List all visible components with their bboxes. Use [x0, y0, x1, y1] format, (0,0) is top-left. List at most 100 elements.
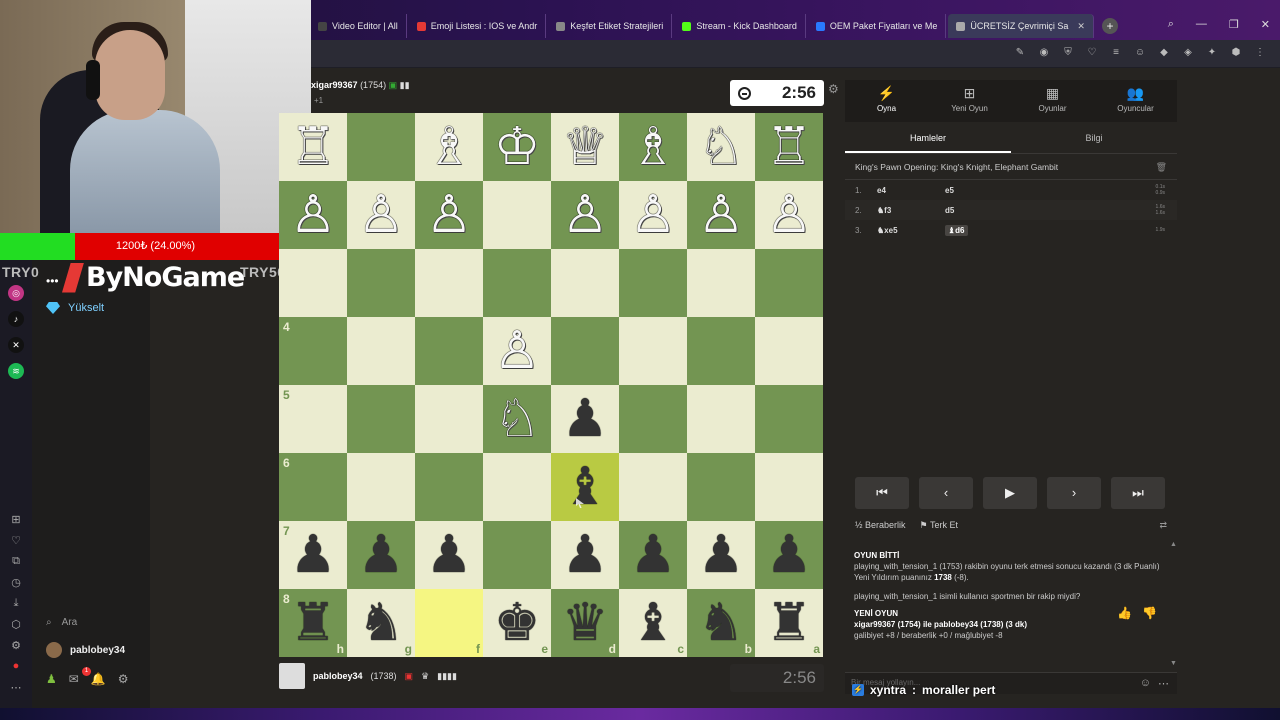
chess-piece[interactable]: ♗ — [426, 113, 473, 181]
instagram-icon[interactable]: ◎ — [8, 285, 24, 301]
board-square[interactable]: ♙ — [619, 181, 687, 249]
new-tab-button[interactable]: + — [1101, 18, 1118, 34]
board-square[interactable]: ♙ — [347, 181, 415, 249]
chess-piece[interactable]: ♙ — [426, 181, 473, 249]
chart-icon[interactable]: ⧉ — [9, 555, 23, 568]
browser-tab[interactable]: Stream - Kick Dashboard — [674, 14, 806, 38]
chess-piece[interactable]: ♛ — [562, 589, 609, 657]
board-square[interactable] — [415, 249, 483, 317]
white-move[interactable]: e4 — [877, 186, 945, 195]
chess-piece[interactable]: ♖ — [290, 113, 337, 181]
board-square[interactable] — [687, 317, 755, 385]
chess-piece[interactable]: ♕ — [562, 113, 609, 181]
chess-piece[interactable]: ♟ — [358, 521, 405, 589]
extension-icon[interactable]: ◆ — [1158, 47, 1170, 58]
spotify-icon[interactable]: ≋ — [8, 363, 24, 379]
tab-search-icon[interactable]: ⌕ — [1168, 18, 1174, 31]
board-square[interactable]: ♕ — [551, 113, 619, 181]
extension-icon-2[interactable]: ◈ — [1182, 47, 1194, 58]
user-icon[interactable]: ☺ — [1134, 47, 1146, 58]
board-square[interactable]: 6 — [279, 453, 347, 521]
thumbs-down-icon[interactable]: 👎 — [1142, 607, 1157, 619]
chess-piece[interactable]: ♟ — [562, 385, 609, 453]
settings-icon[interactable]: ⚙ — [9, 639, 23, 652]
board-square[interactable]: ♟ — [551, 385, 619, 453]
close-button[interactable]: ✕ — [1261, 18, 1270, 31]
white-move[interactable]: ♞xe5 — [877, 226, 945, 235]
shield-icon[interactable]: ⛨ — [1062, 47, 1074, 58]
chess-piece[interactable]: ♟ — [562, 521, 609, 589]
thumbs-up-icon[interactable]: 👍 — [1117, 607, 1132, 619]
chess-piece[interactable]: ♚ — [494, 589, 541, 657]
board-square[interactable]: ♜ 8 h — [279, 589, 347, 657]
browser-tab[interactable]: Video Editor | All — [310, 14, 407, 38]
board-square[interactable]: ♖ — [755, 113, 823, 181]
play-button[interactable]: ▶ — [983, 477, 1037, 509]
board-square[interactable]: ♟ — [415, 521, 483, 589]
maximize-button[interactable]: ❐ — [1229, 18, 1239, 31]
more-icon[interactable]: ⋯ — [1158, 677, 1169, 690]
camera-icon[interactable]: ◉ — [1038, 47, 1050, 58]
record-icon[interactable]: ● — [9, 660, 23, 672]
board-square[interactable] — [415, 385, 483, 453]
board-square[interactable] — [619, 453, 687, 521]
board-square[interactable]: 5 — [279, 385, 347, 453]
board-square[interactable]: ♚ e — [483, 589, 551, 657]
heart-icon[interactable]: ♡ — [9, 534, 23, 547]
board-square[interactable]: ♝ — [551, 453, 619, 521]
board-square[interactable]: 4 — [279, 317, 347, 385]
panel-nav-item[interactable]: ⊞ Yeni Oyun — [928, 80, 1011, 122]
minimize-button[interactable]: — — [1196, 18, 1207, 31]
board-square[interactable] — [755, 317, 823, 385]
board-square[interactable]: ♗ — [415, 113, 483, 181]
board-square[interactable]: ♙ — [755, 181, 823, 249]
board-square[interactable] — [483, 453, 551, 521]
board-square[interactable]: ♙ — [279, 181, 347, 249]
sidebar-user[interactable]: pablobey34 — [46, 642, 125, 658]
board-square[interactable] — [755, 385, 823, 453]
top-player-name[interactable]: xigar99367 — [311, 80, 358, 90]
mail-icon[interactable]: ✉ — [69, 672, 79, 686]
chess-board[interactable]: ♖ ♗ ♔ ♕ ♗ ♘ ♖ ♙ ♙ ♙ ♙ ♙ ♙ ♙ 4 ♙ 5 ♘ ♟ 6 ♝ ♟ 7 ♟ ♟ ♟ ♟ ♟ ♟ ♜ 8 h ♞ g f ♚ e ♛ d ♝… — [279, 113, 823, 657]
board-square[interactable] — [551, 317, 619, 385]
board-square[interactable]: ♔ — [483, 113, 551, 181]
board-square[interactable]: ♟ — [619, 521, 687, 589]
browser-tab[interactable]: OEM Paket Fiyatları ve Me — [808, 14, 947, 38]
board-square[interactable] — [619, 249, 687, 317]
history-icon[interactable]: ◷ — [9, 576, 23, 589]
browser-tab[interactable]: Keşfet Etiket Stratejileri — [548, 14, 673, 38]
board-square[interactable]: ♖ — [279, 113, 347, 181]
black-move[interactable]: ♝d6 — [945, 224, 1013, 236]
next-move-button[interactable]: › — [1047, 477, 1101, 509]
chess-piece[interactable]: ♟ — [426, 521, 473, 589]
board-square[interactable] — [415, 453, 483, 521]
heart-icon[interactable]: ♡ — [1086, 47, 1098, 58]
board-square[interactable]: ♙ — [415, 181, 483, 249]
panel-nav-item[interactable]: 👥 Oyuncular — [1094, 80, 1177, 122]
board-square[interactable] — [755, 249, 823, 317]
chess-piece[interactable]: ♜ — [290, 589, 337, 657]
chess-piece[interactable]: ♟ — [698, 521, 745, 589]
more-icon[interactable]: ⋯ — [9, 681, 23, 694]
tab-moves[interactable]: Hamleler — [845, 122, 1011, 153]
black-move[interactable]: d5 — [945, 206, 1013, 215]
chess-piece[interactable]: ♝ — [630, 589, 677, 657]
browser-tab[interactable]: ÜCRETSİZ Çevrimiçi Sa ✕ — [948, 14, 1094, 38]
grid-icon[interactable]: ⊞ — [9, 513, 23, 526]
board-settings-icon[interactable]: ⚙ — [828, 82, 839, 96]
board-square[interactable]: ♝ c — [619, 589, 687, 657]
menu-icon[interactable]: ≡ — [1110, 47, 1122, 58]
board-square[interactable] — [347, 453, 415, 521]
box-icon[interactable]: ⬡ — [9, 618, 23, 631]
chess-piece[interactable]: ♙ — [562, 181, 609, 249]
board-square[interactable]: ♞ b — [687, 589, 755, 657]
panel-nav-item[interactable]: ▦ Oyunlar — [1011, 80, 1094, 122]
board-square[interactable] — [279, 249, 347, 317]
board-square[interactable]: ♟ — [755, 521, 823, 589]
board-square[interactable]: ♘ — [687, 113, 755, 181]
chess-piece[interactable]: ♖ — [766, 113, 813, 181]
board-square[interactable] — [687, 249, 755, 317]
sidebar-search[interactable]: ⌕ Ara — [46, 617, 77, 628]
board-square[interactable]: ♛ d — [551, 589, 619, 657]
tab-info[interactable]: Bilgi — [1011, 122, 1177, 153]
